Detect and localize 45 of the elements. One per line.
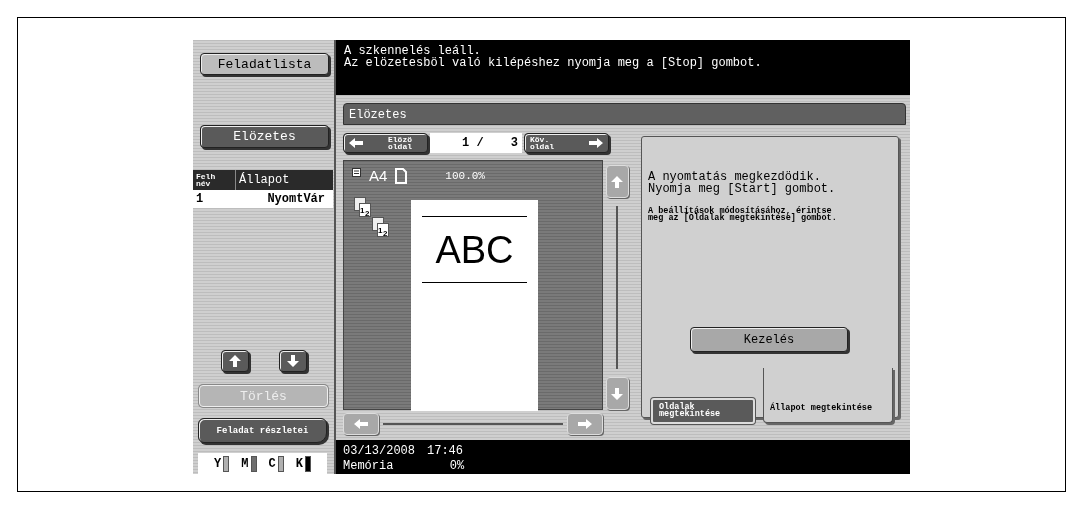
preview-button[interactable]: Elözetes — [200, 125, 329, 148]
zoom-ratio: 100.0% — [445, 169, 485, 182]
up-arrow-icon — [228, 355, 241, 367]
message-text: A szkennelés leáll. — [344, 45, 482, 57]
paper-size: A4 — [369, 167, 388, 184]
column-header: Felh név — [193, 170, 236, 190]
memory-usage: 0% — [448, 459, 466, 474]
page-count: 3 — [510, 136, 518, 150]
message-text: Az elözetesböl való kilépéshez nyomja meg a [Stop] gombot. — [344, 57, 763, 69]
column-header: Állapot — [235, 170, 333, 190]
next-page-button[interactable]: Köv. oldal — [524, 133, 609, 153]
memory-label: Memória — [343, 459, 395, 474]
panel-title: Elözetes — [343, 103, 906, 125]
left-arrow-icon — [349, 138, 363, 148]
scroll-left-button[interactable] — [343, 413, 379, 435]
toner-label: C — [268, 456, 276, 471]
page-text: ABC — [435, 229, 514, 272]
view-tab[interactable]: Állapot megtekintése — [763, 368, 893, 423]
date-text: 03/13/2008 — [343, 445, 416, 460]
portrait-page-icon — [395, 167, 408, 184]
hint-text: A beállítások módosításához, érintse meg az [Oldalak megtekintése] gombot. — [648, 208, 838, 222]
previous-page-button[interactable]: Elözö oldal — [343, 133, 428, 153]
job-list-button[interactable]: Feladatlista — [200, 53, 329, 75]
down-arrow-icon — [286, 355, 299, 367]
up-arrow-icon — [611, 175, 623, 188]
right-arrow-icon — [578, 419, 592, 429]
page-number: 1 / — [462, 136, 484, 150]
time-text: 17:46 — [427, 445, 464, 460]
scroll-up-button[interactable] — [220, 350, 249, 372]
toner-label: M — [241, 456, 249, 471]
info-text: A nyomtatás megkezdödik. — [648, 171, 821, 183]
down-arrow-icon — [611, 387, 623, 400]
table-cell: 1 — [193, 190, 236, 208]
scroll-right-button[interactable] — [567, 413, 603, 435]
job-details-button[interactable]: Feladat részletei — [198, 418, 327, 443]
info-text: Nyomja meg [Start] gombot. — [648, 183, 837, 195]
toner-label: Y — [214, 456, 222, 471]
right-arrow-icon — [589, 138, 603, 148]
toner-label: K — [295, 456, 303, 471]
paper-tray-icon — [352, 168, 361, 177]
manage-button[interactable]: Kezelés — [690, 327, 848, 352]
view-tab[interactable]: Oldalak megtekintése — [651, 398, 755, 424]
left-arrow-icon — [354, 419, 368, 429]
table-cell: NyomtVár — [235, 190, 333, 208]
scroll-down-button[interactable] — [278, 350, 307, 372]
